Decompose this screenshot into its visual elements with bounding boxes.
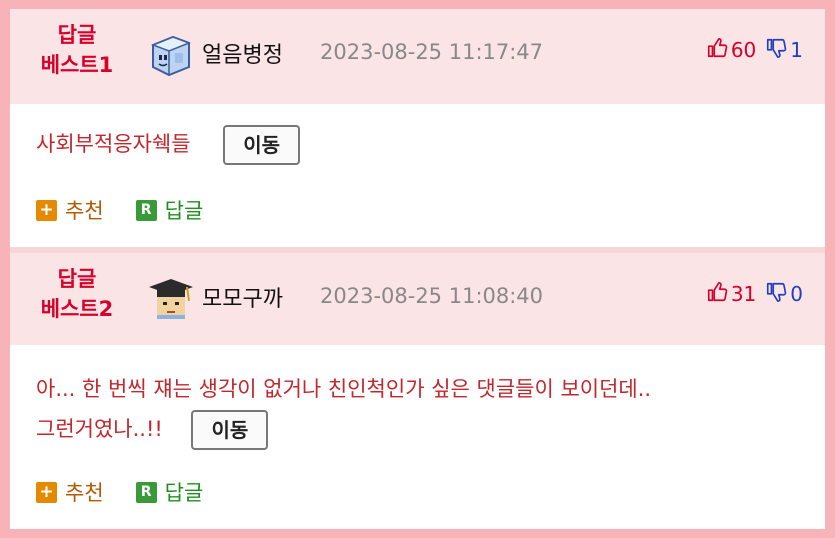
ice-cube-avatar-icon <box>147 31 195 79</box>
best-reply-badge: 답글 베스트1 <box>22 20 132 80</box>
best-label-top: 답글 <box>57 23 97 47</box>
vote-counts: 31 0 <box>706 279 803 309</box>
reply-button[interactable]: R 답글 <box>135 477 204 507</box>
comment-text: 사회부적응자쉑들 <box>36 132 191 156</box>
move-button[interactable]: 이동 <box>223 125 301 165</box>
reply-button[interactable]: R 답글 <box>135 195 204 225</box>
plus-square-icon: + <box>36 199 57 221</box>
comment-header: 답글 베스트2 모모구까 2023-08-25 11:08:40 31 0 <box>10 253 825 345</box>
comment-body: 아... 한 번씩 쟤는 생각이 없거나 친인척인가 싶은 댓글들이 보이던데.… <box>36 369 651 450</box>
comment-list: 답글 베스트1 얼음병정 2023-08-25 11:17:47 60 1 사회… <box>10 9 825 529</box>
upvote-count: 60 <box>730 38 757 62</box>
best-comment-1: 답글 베스트1 얼음병정 2023-08-25 11:17:47 60 1 사회… <box>10 9 825 247</box>
recommend-label: 추천 <box>65 481 104 505</box>
thumbs-up-icon[interactable] <box>706 37 728 64</box>
recommend-label: 추천 <box>65 199 104 223</box>
reply-label: 답글 <box>164 199 204 223</box>
best-reply-badge: 답글 베스트2 <box>22 264 132 324</box>
thumbs-up-icon[interactable] <box>706 281 728 308</box>
r-square-icon: R <box>135 481 157 503</box>
vote-counts: 60 1 <box>706 35 803 65</box>
upvote-count: 31 <box>730 282 757 306</box>
graduate-avatar-icon <box>147 275 195 323</box>
downvote-count: 0 <box>790 282 803 306</box>
reply-label: 답글 <box>164 481 204 505</box>
recommend-button[interactable]: + 추천 <box>36 195 104 225</box>
nickname[interactable]: 모모구까 <box>202 281 283 313</box>
best-label-bottom: 베스트1 <box>40 53 114 77</box>
move-button[interactable]: 이동 <box>191 410 269 450</box>
best-label-top: 답글 <box>57 267 97 291</box>
r-square-icon: R <box>135 199 157 221</box>
nickname[interactable]: 얼음병정 <box>202 37 283 69</box>
plus-square-icon: + <box>36 481 57 503</box>
best-comment-2: 답글 베스트2 모모구까 2023-08-25 11:08:40 31 0 아.… <box>10 253 825 529</box>
comment-text-line-2-row: 그런거였나..!! 이동 <box>36 409 651 450</box>
comment-header: 답글 베스트1 얼음병정 2023-08-25 11:17:47 60 1 <box>10 9 825 104</box>
recommend-button[interactable]: + 추천 <box>36 477 104 507</box>
best-label-bottom: 베스트2 <box>40 297 114 321</box>
comment-text-line-2: 그런거였나..!! <box>36 417 163 441</box>
thumbs-down-icon[interactable] <box>765 37 787 64</box>
comment-text-line-1: 아... 한 번씩 쟤는 생각이 없거나 친인척인가 싶은 댓글들이 보이던데.… <box>36 377 652 401</box>
comment-datetime: 2023-08-25 11:08:40 <box>320 284 544 308</box>
downvote-count: 1 <box>790 38 803 62</box>
comment-actions: + 추천 R 답글 <box>36 195 203 225</box>
thumbs-down-icon[interactable] <box>765 281 787 308</box>
comment-actions: + 추천 R 답글 <box>36 477 203 507</box>
comment-body: 사회부적응자쉑들 이동 <box>36 124 301 165</box>
comment-datetime: 2023-08-25 11:17:47 <box>320 40 544 64</box>
